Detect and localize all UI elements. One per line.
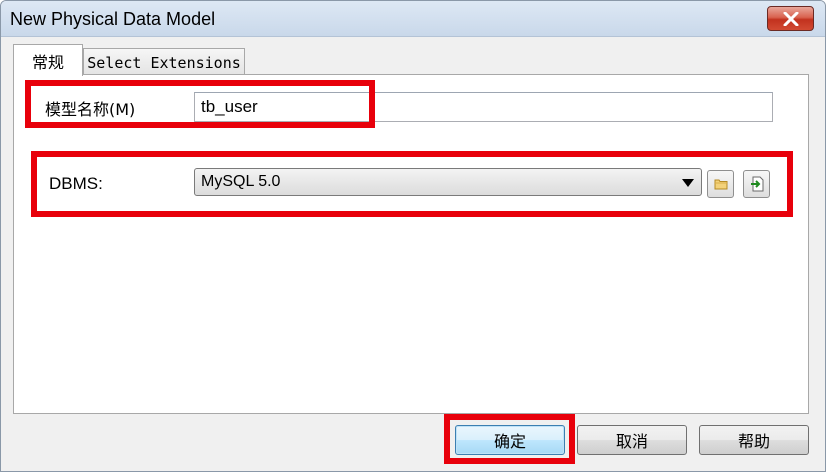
model-name-input[interactable] — [194, 92, 773, 122]
model-name-label: 模型名称(M) — [45, 100, 136, 119]
folder-icon — [714, 179, 727, 190]
import-dbms-button[interactable] — [743, 170, 770, 198]
help-button[interactable]: 帮助 — [699, 425, 809, 455]
chevron-down-icon — [682, 179, 694, 187]
tab-select-extensions[interactable]: Select Extensions — [83, 48, 245, 76]
tab-general[interactable]: 常规 — [13, 44, 83, 76]
dbms-selected-value: MySQL 5.0 — [201, 173, 281, 190]
ok-button[interactable]: 确定 — [455, 425, 565, 455]
dbms-select[interactable]: MySQL 5.0 — [194, 168, 702, 196]
tab-panel-general — [13, 74, 809, 414]
tab-general-label: 常规 — [31, 52, 64, 72]
tab-select-extensions-label: Select Extensions — [87, 53, 241, 72]
import-icon — [750, 176, 763, 192]
close-button[interactable] — [767, 6, 814, 31]
cancel-button[interactable]: 取消 — [577, 425, 687, 455]
dialog-title: New Physical Data Model — [10, 9, 216, 29]
close-icon — [783, 11, 798, 26]
browse-dbms-button[interactable] — [707, 170, 734, 198]
dbms-label: DBMS: — [49, 174, 103, 193]
dialog-window: New Physical Data Model 常规 Select Extens… — [0, 0, 826, 472]
title-bar: New Physical Data Model — [1, 1, 825, 37]
